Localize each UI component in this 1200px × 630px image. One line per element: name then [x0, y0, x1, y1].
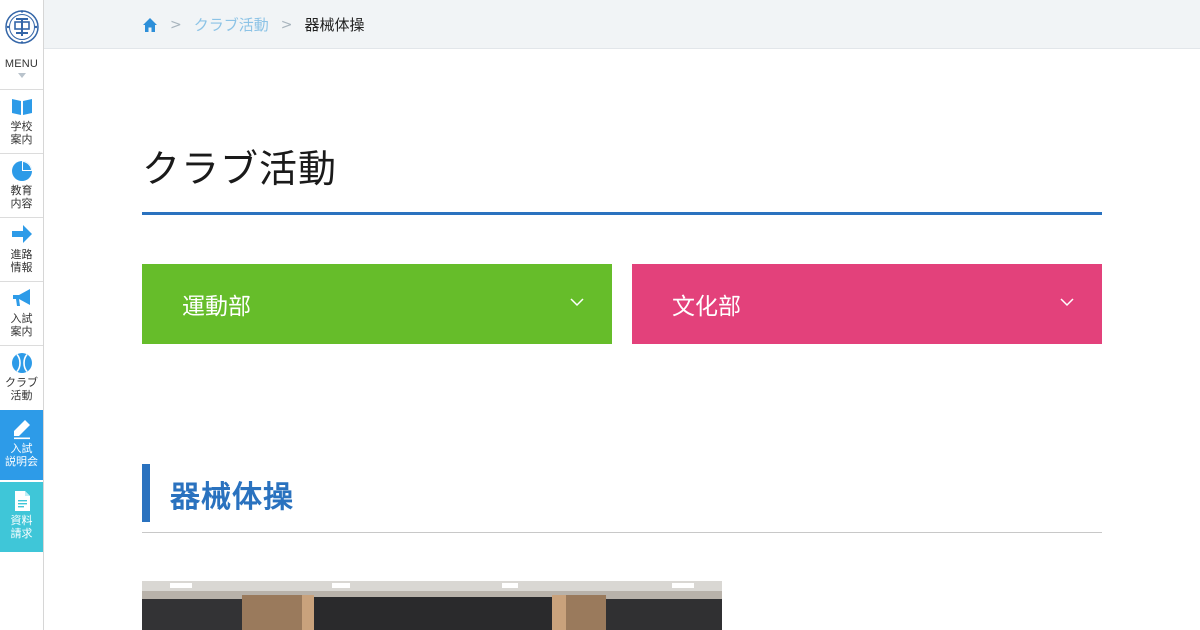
breadcrumb-separator: > — [280, 16, 293, 33]
sidebar-item-club[interactable]: クラブ 活動 — [0, 345, 43, 409]
menu-label: MENU — [4, 58, 39, 70]
category-sports-button[interactable]: 運動部 — [142, 264, 612, 344]
section-title: 器械体操 — [170, 480, 294, 515]
club-photo — [142, 581, 722, 630]
menu-caret-icon — [17, 73, 26, 78]
breadcrumb-link-club[interactable]: クラブ活動 — [194, 14, 269, 35]
pie-chart-icon — [0, 160, 43, 182]
sidebar-item-school-guide[interactable]: 学校 案内 — [0, 89, 43, 153]
book-icon — [0, 96, 43, 118]
chevron-down-icon — [1060, 298, 1074, 307]
sidebar-item-education[interactable]: 教育 内容 — [0, 153, 43, 217]
sidebar-item-info-session[interactable]: 入試 説明会 — [0, 410, 43, 480]
breadcrumb-bar: > クラブ活動 > 器械体操 — [44, 0, 1200, 49]
ball-icon — [0, 352, 43, 374]
menu-button[interactable]: MENU — [0, 58, 43, 90]
home-icon[interactable] — [142, 17, 158, 33]
arrow-right-icon — [0, 224, 43, 246]
sidebar-item-label: 入試 説明会 — [5, 442, 38, 468]
school-logo[interactable] — [4, 8, 40, 46]
document-icon — [0, 490, 43, 512]
breadcrumb-separator: > — [170, 16, 182, 33]
sidebar-item-label: クラブ 活動 — [5, 376, 38, 402]
breadcrumb-current: 器械体操 — [304, 16, 365, 34]
category-sports-label: 運動部 — [182, 294, 251, 320]
pencil-icon — [0, 418, 43, 440]
title-underline — [142, 212, 1102, 215]
section-accent-bar — [142, 464, 150, 522]
sidebar-item-career[interactable]: 進路 情報 — [0, 217, 43, 281]
breadcrumb: > クラブ活動 > 器械体操 — [142, 14, 365, 35]
sidebar-item-label: 学校 案内 — [10, 120, 33, 146]
sidebar-item-label: 教育 内容 — [10, 184, 33, 210]
megaphone-icon — [0, 288, 43, 310]
category-culture-label: 文化部 — [672, 294, 741, 320]
sidebar-item-brochure[interactable]: 資料 請求 — [0, 482, 43, 552]
sidebar-item-label: 入試 案内 — [10, 312, 33, 338]
sidebar-item-label: 資料 請求 — [10, 514, 33, 540]
chevron-down-icon — [570, 298, 584, 307]
side-navigation: MENU 学校 案内 教育 内容 進路 情報 入試 案内 クラブ 活動 入試 説… — [0, 0, 44, 630]
section-divider — [142, 532, 1102, 533]
sidebar-item-admissions[interactable]: 入試 案内 — [0, 281, 43, 345]
category-culture-button[interactable]: 文化部 — [632, 264, 1102, 344]
sidebar-item-label: 進路 情報 — [10, 248, 33, 274]
page-title: クラブ活動 — [142, 147, 338, 191]
